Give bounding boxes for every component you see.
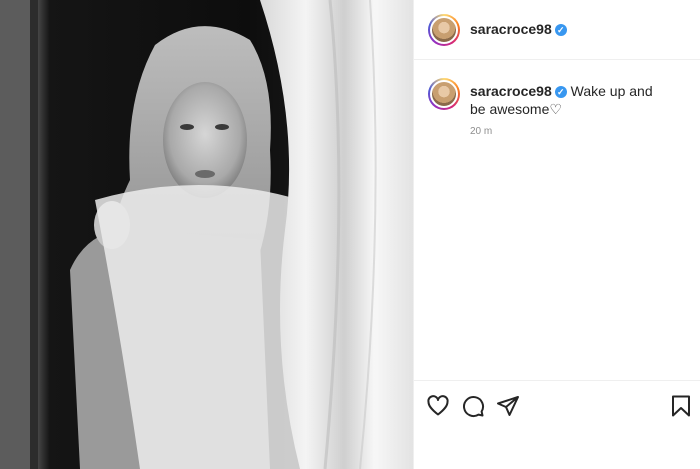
action-bar [414, 380, 700, 426]
photo-image [0, 0, 413, 469]
comment-icon[interactable] [461, 394, 485, 418]
post-photo[interactable] [0, 0, 413, 469]
post-header: saracroce98 ✓ [414, 0, 700, 60]
heart-icon[interactable] [426, 394, 450, 418]
avatar-image [430, 80, 458, 108]
author-avatar[interactable] [428, 14, 460, 46]
post-sidebar: saracroce98 ✓ saracroce98 ✓ Wake up and be… [413, 0, 700, 469]
caption: saracroce98 ✓ Wake up and be awesome♡ [470, 82, 670, 118]
post-timestamp[interactable]: 20 m [470, 126, 492, 137]
send-icon[interactable] [496, 394, 520, 418]
caption-username[interactable]: saracroce98 [470, 83, 552, 99]
caption-avatar[interactable] [428, 78, 460, 110]
author-username[interactable]: saracroce98 ✓ [470, 21, 567, 37]
verified-badge-icon: ✓ [554, 24, 567, 37]
verified-badge-icon: ✓ [554, 86, 567, 99]
avatar-image [430, 16, 458, 44]
bookmark-icon[interactable] [669, 394, 693, 418]
author-username-text[interactable]: saracroce98 [470, 21, 552, 37]
